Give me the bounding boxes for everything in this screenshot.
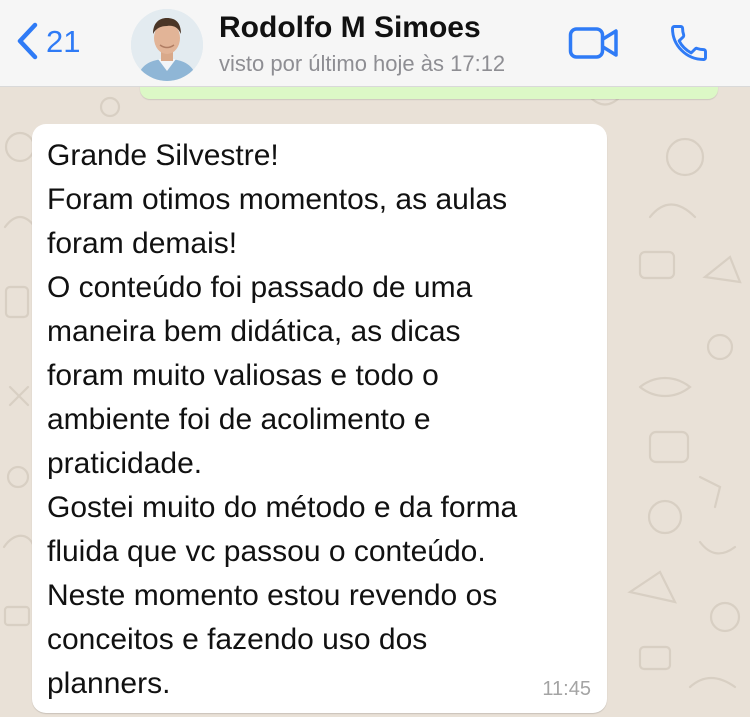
chat-area[interactable]: Grande Silvestre! Foram otimos momentos,… (0, 87, 750, 717)
phone-icon (671, 25, 707, 61)
avatar[interactable] (131, 9, 203, 81)
last-seen-status: visto por último hoje às 17:12 (219, 51, 506, 76)
message-bubble[interactable]: Grande Silvestre! Foram otimos momentos,… (32, 124, 607, 713)
contact-name[interactable]: Rodolfo M Simoes (219, 11, 481, 45)
chevron-left-icon (17, 22, 38, 60)
video-camera-icon (568, 27, 618, 59)
back-button[interactable]: 21 (16, 22, 80, 60)
chat-header: 21 Rodolfo M Simoes visto por último hoj… (0, 0, 750, 87)
unread-count: 21 (46, 23, 81, 59)
video-call-button[interactable] (568, 25, 620, 66)
message-time: 11:45 (542, 678, 591, 700)
message-text: Grande Silvestre! Foram otimos momentos,… (47, 139, 518, 700)
previous-message-bubble (140, 87, 718, 99)
voice-call-button[interactable] (667, 21, 711, 70)
